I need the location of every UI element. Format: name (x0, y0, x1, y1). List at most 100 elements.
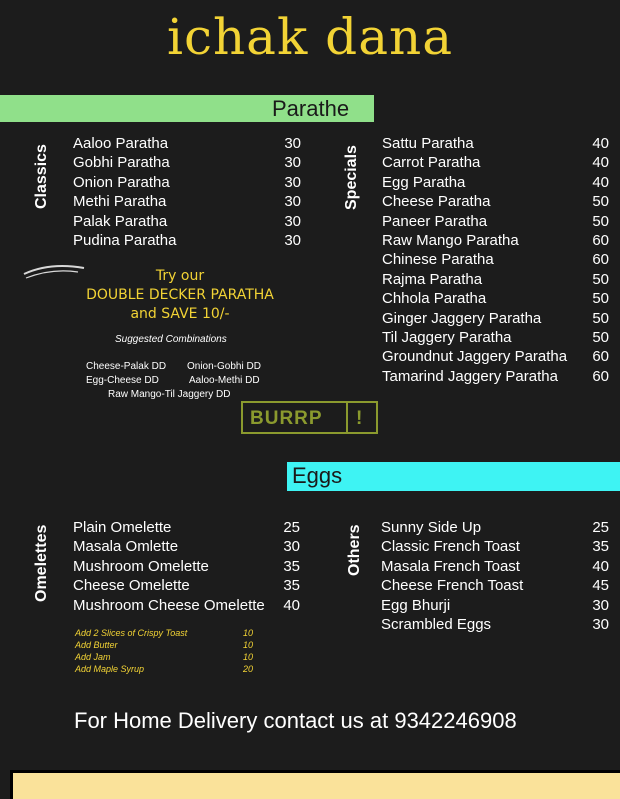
brand-title: ichak dana (166, 8, 454, 66)
omelettes-list: Plain Omelette 25 Masala Omlette 30 Mushro… (73, 518, 300, 615)
item-price: 30 (284, 135, 301, 152)
promo-line2: DOUBLE DECKER PARATHA (86, 287, 274, 303)
classics-label: Classics (33, 144, 50, 209)
item-price: 50 (592, 290, 609, 308)
list-item: Groundnut Jaggery Paratha 60 (382, 347, 609, 366)
item-name: Egg Paratha (382, 173, 466, 191)
list-item: Ginger Jaggery Paratha 50 (382, 309, 609, 328)
list-item: Sattu Paratha 40 (382, 134, 609, 153)
burrp-divider (346, 403, 348, 432)
list-item: Pudina Paratha 30 (73, 231, 301, 250)
addons-list: Add 2 Slices of Crispy Toast 10 Add Butte… (75, 628, 255, 676)
item-name: Masala Omlette (73, 538, 179, 556)
omelettes-label: Omelettes (33, 524, 50, 602)
list-item: Gobhi Paratha 30 (73, 153, 301, 172)
item-name: Til Jaggery Paratha (382, 328, 512, 346)
item-price: 30 (284, 154, 301, 172)
item-price: 40 (592, 135, 609, 152)
list-item: Chhola Paratha 50 (382, 289, 609, 308)
item-name: Sattu Paratha (382, 135, 474, 152)
item-name: Ginger Jaggery Paratha (382, 309, 542, 327)
item-name: Carrot Paratha (382, 154, 481, 172)
list-item: Plain Omelette 25 (73, 518, 300, 537)
item-price: 40 (592, 154, 609, 172)
item-price: 50 (592, 309, 609, 327)
item-price: 60 (592, 348, 609, 366)
item-name: Onion Paratha (73, 173, 170, 191)
combo-item: Egg-Cheese DD (86, 375, 159, 386)
item-name: Paneer Paratha (382, 212, 488, 230)
combo-item: Onion-Gobhi DD (187, 361, 261, 372)
item-price: 35 (283, 557, 300, 575)
item-price: 50 (592, 193, 609, 211)
addon-item: Add Jam 10 (75, 652, 255, 664)
addon-name: Add Jam (75, 652, 111, 662)
list-item: Palak Paratha 30 (73, 212, 301, 231)
others-list: Sunny Side Up 25 Classic French Toast 35 M… (381, 518, 609, 634)
item-price: 60 (592, 231, 609, 249)
list-item: Mushroom Omelette 35 (73, 557, 300, 576)
list-item: Classic French Toast 35 (381, 537, 609, 556)
item-price: 30 (592, 615, 609, 633)
promo-block: Try our DOUBLE DECKER PARATHA and SAVE 1… (60, 267, 300, 324)
list-item: Til Jaggery Paratha 50 (382, 328, 609, 347)
list-item: Egg Bhurji 30 (381, 596, 609, 615)
list-item: Egg Paratha 40 (382, 173, 609, 192)
item-price: 30 (283, 538, 300, 556)
item-name: Groundnut Jaggery Paratha (382, 348, 568, 366)
item-name: Scrambled Eggs (381, 615, 492, 633)
item-price: 60 (592, 251, 609, 269)
combo-item: Aaloo-Methi DD (189, 375, 260, 386)
list-item: Masala Omlette 30 (73, 537, 300, 556)
list-item: Onion Paratha 30 (73, 173, 301, 192)
addon-name: Add Butter (75, 640, 118, 650)
item-name: Mushroom Omelette (73, 557, 209, 575)
classics-list: Aaloo Paratha 30 Gobhi Paratha 30 Onion Pa… (73, 134, 301, 250)
list-item: Chinese Paratha 60 (382, 250, 609, 269)
item-price: 45 (592, 577, 609, 595)
addon-price: 20 (243, 664, 254, 674)
list-item: Carrot Paratha 40 (382, 153, 609, 172)
item-name: Mushroom Cheese Omelette (73, 596, 265, 614)
item-name: Masala French Toast (381, 557, 520, 575)
list-item: Aaloo Paratha 30 (73, 134, 301, 153)
item-name: Classic French Toast (381, 538, 520, 556)
specials-list: Sattu Paratha 40 Carrot Paratha 40 Egg Par… (382, 134, 609, 386)
suggested-heading: Suggested Combinations (115, 334, 227, 345)
item-name: Cheese Omelette (73, 577, 190, 595)
list-item: Scrambled Eggs 30 (381, 615, 609, 634)
addon-item: Add Maple Syrup 20 (75, 664, 255, 676)
burrp-badge: BURRP ! (241, 401, 378, 434)
item-price: 30 (284, 193, 301, 211)
item-price: 50 (592, 328, 609, 346)
parathe-title: Parathe (272, 96, 350, 121)
item-price: 25 (592, 519, 609, 536)
item-name: Plain Omelette (73, 519, 172, 536)
item-price: 30 (284, 212, 301, 230)
promo-line1: Try our (155, 268, 205, 284)
item-name: Methi Paratha (73, 193, 167, 211)
item-name: Chinese Paratha (382, 251, 494, 269)
addon-name: Add Maple Syrup (75, 664, 145, 674)
list-item: Cheese Paratha 50 (382, 192, 609, 211)
item-price: 30 (284, 231, 301, 249)
item-price: 25 (283, 519, 300, 536)
item-name: Cheese French Toast (381, 577, 524, 595)
others-label: Others (346, 524, 363, 576)
item-name: Aaloo Paratha (73, 135, 169, 152)
item-name: Palak Paratha (73, 212, 168, 230)
item-name: Tamarind Jaggery Paratha (382, 367, 558, 385)
addon-price: 10 (243, 628, 254, 638)
item-price: 35 (592, 538, 609, 556)
item-name: Pudina Paratha (73, 231, 177, 249)
list-item: Methi Paratha 30 (73, 192, 301, 211)
item-price: 30 (592, 596, 609, 614)
combo-item: Raw Mango-Til Jaggery DD (108, 389, 231, 400)
item-name: Gobhi Paratha (73, 154, 170, 172)
list-item: Rajma Paratha 50 (382, 270, 609, 289)
list-item: Tamarind Jaggery Paratha 60 (382, 367, 609, 386)
addon-item: Add Butter 10 (75, 640, 255, 652)
footer-band (10, 770, 620, 799)
delivery-contact: For Home Delivery contact us at 93422469… (74, 708, 517, 733)
item-price: 40 (592, 557, 609, 575)
